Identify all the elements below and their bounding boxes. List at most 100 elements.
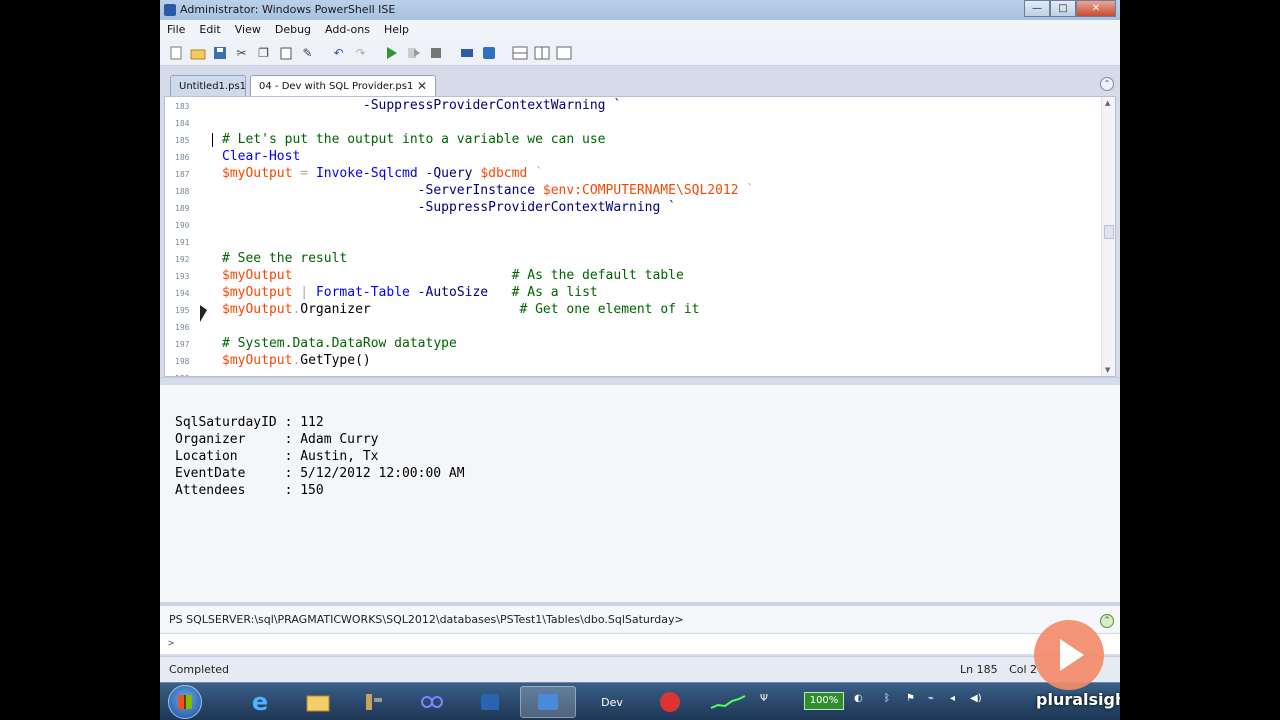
code-token: $env:COMPUTERNAME\SQL2012 [542, 183, 739, 198]
code-token: Organizer [300, 302, 371, 317]
menu-view[interactable]: View [228, 20, 268, 40]
code-token: -AutoSize [409, 285, 489, 300]
code-line[interactable]: $myOutput = Invoke-Sqlcmd -Query $dbcmd … [222, 166, 543, 181]
new-icon[interactable] [166, 43, 185, 62]
redo-icon[interactable]: ↷ [351, 43, 370, 62]
connector-icon[interactable] [404, 686, 460, 718]
usb-icon[interactable]: ⌁ [928, 693, 934, 704]
menu-file[interactable]: File [160, 20, 192, 40]
output-line: Organizer : Adam Curry [175, 432, 379, 447]
run-selection-icon[interactable] [404, 43, 423, 62]
tools-icon[interactable] [346, 686, 402, 718]
cut-icon[interactable]: ✂ [232, 43, 251, 62]
code-line[interactable]: $myOutput | Format-Table -AutoSize # As … [222, 285, 598, 300]
code-token: Format-Table [315, 285, 410, 300]
code-token: $myOutput [222, 302, 293, 317]
code-line[interactable]: Clear-Host [222, 149, 300, 164]
line-number: 189 [175, 204, 190, 213]
tray-icon[interactable]: ◐ [854, 693, 863, 704]
battery-indicator[interactable]: 100% [804, 692, 844, 710]
volume-icon[interactable]: ◀) [970, 693, 982, 704]
code-token: # As a list [511, 285, 598, 300]
scroll-down-icon[interactable]: ▼ [1105, 366, 1110, 374]
menu-addons[interactable]: Add-ons [318, 20, 377, 40]
collapse-script-pane-icon[interactable]: ⌃ [1100, 77, 1114, 91]
layout-top-icon[interactable] [510, 43, 529, 62]
code-token: | [292, 285, 316, 300]
pluralsight-logo: pluralsight [1036, 690, 1120, 709]
undo-icon[interactable]: ↶ [329, 43, 348, 62]
code-line[interactable]: # Let's put the output into a variable w… [222, 132, 606, 147]
toolbar-separator [448, 43, 454, 62]
line-number: 186 [175, 153, 190, 162]
play-icon[interactable] [1034, 620, 1104, 690]
copy-icon[interactable]: ❐ [254, 43, 273, 62]
command-input[interactable]: > [160, 633, 1120, 654]
network-graph-icon[interactable] [700, 686, 756, 718]
menu-edit[interactable]: Edit [192, 20, 227, 40]
code-token: # Get one element of it [519, 302, 700, 317]
start-powershell-icon[interactable] [479, 43, 498, 62]
scrollbar-thumb[interactable] [1104, 225, 1114, 239]
bluetooth-icon[interactable]: ᛒ [884, 693, 890, 704]
stop-icon[interactable] [426, 43, 445, 62]
script-tab-bar: Untitled1.ps1 04 - Dev with SQL Provider… [160, 73, 1120, 96]
line-number: 196 [175, 323, 190, 332]
powershell-icon[interactable] [462, 686, 518, 718]
pane-splitter[interactable] [160, 377, 1120, 385]
code-line[interactable]: $myOutput # As the default table [222, 268, 684, 283]
code-line[interactable]: -ServerInstance $env:COMPUTERNAME\SQL201… [222, 183, 755, 198]
ise-icon[interactable] [520, 686, 576, 718]
flag-icon[interactable]: ⚑ [906, 693, 915, 704]
line-number: 187 [175, 170, 190, 179]
maximize-button[interactable]: □ [1050, 0, 1076, 17]
wifi-icon[interactable]: Ψ [760, 693, 768, 704]
paste-icon[interactable] [276, 43, 295, 62]
menu-help[interactable]: Help [377, 20, 416, 40]
code-line[interactable]: $myOutput.Organizer # Get one element of… [222, 302, 699, 317]
tab-dev-with-sql-provider[interactable]: 04 - Dev with SQL Provider.ps1 ✕ [250, 75, 436, 96]
line-number: 184 [175, 119, 190, 128]
command-prompt: PS SQLSERVER:\sql\PRAGMATICWORKS\SQL2012… [169, 613, 684, 626]
code-line[interactable]: $myOutput.GetType() [222, 353, 371, 368]
minimize-button[interactable]: — [1024, 0, 1050, 17]
collapse-command-pane-icon[interactable]: ⌃ [1100, 614, 1114, 628]
code-token: = [292, 166, 316, 181]
open-icon[interactable] [188, 43, 207, 62]
close-button[interactable]: ✕ [1076, 0, 1116, 17]
taskbar-dev[interactable]: Dev [584, 686, 640, 718]
window-title-bar[interactable]: Administrator: Windows PowerShell ISE — … [160, 0, 1120, 20]
line-number: 197 [175, 340, 190, 349]
save-icon[interactable] [210, 43, 229, 62]
explorer-icon[interactable] [290, 686, 346, 718]
tab-untitled1[interactable]: Untitled1.ps1 [170, 75, 246, 96]
tab-close-icon[interactable]: ✕ [417, 76, 427, 97]
tray-arrow-icon[interactable]: ◂ [950, 693, 955, 704]
ie-icon[interactable]: e [232, 686, 288, 718]
toolbar-separator [373, 43, 379, 62]
status-text: Completed [169, 663, 229, 676]
code-line[interactable]: # System.Data.DataRow datatype [222, 336, 457, 351]
clear-icon[interactable]: ✎ [298, 43, 317, 62]
code-token: $myOutput [222, 353, 293, 368]
scroll-up-icon[interactable]: ▲ [1105, 99, 1110, 107]
recorder-icon[interactable] [642, 686, 698, 718]
menu-debug[interactable]: Debug [268, 20, 318, 40]
cursor-position: Ln 185 Col 2 [960, 657, 1045, 683]
line-number: 185 [175, 136, 190, 145]
code-line[interactable]: # See the result [222, 251, 347, 266]
remote-tab-icon[interactable] [457, 43, 476, 62]
start-button[interactable] [168, 685, 202, 719]
output-pane[interactable]: SqlSaturdayID : 112 Organizer : Adam Cur… [160, 385, 1120, 602]
code-line[interactable]: -SuppressProviderContextWarning ` [222, 200, 676, 215]
editor-vertical-scrollbar[interactable]: ▲ ▼ [1101, 97, 1115, 376]
line-number: 192 [175, 255, 190, 264]
menu-bar: File Edit View Debug Add-ons Help [160, 20, 1120, 40]
code-line[interactable]: -SuppressProviderContextWarning ` [222, 98, 621, 113]
script-editor[interactable]: 183 184 185 186 187 188 189 190 191 192 193 194 195 1… [164, 96, 1116, 377]
code-token: $myOutput [222, 166, 293, 181]
layout-right-icon[interactable] [532, 43, 551, 62]
layout-max-icon[interactable] [554, 43, 573, 62]
run-icon[interactable] [382, 43, 401, 62]
